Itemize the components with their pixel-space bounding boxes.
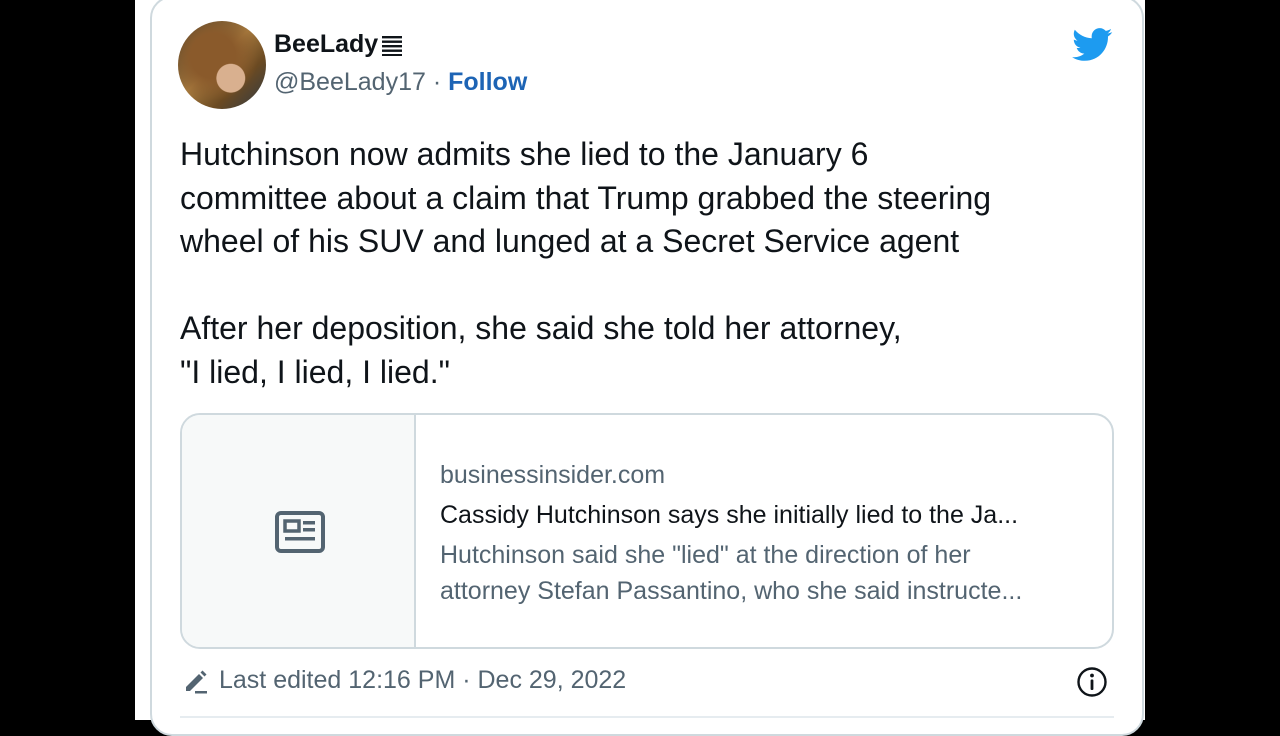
edit-info-row[interactable]: Last edited 12:16 PM · Dec 29, 2022 [183,666,626,695]
last-edited-label: Last edited 12:16 PM · Dec 29, 2022 [219,666,627,694]
news-article-icon [275,511,325,553]
author-name[interactable]: BeeLady [274,30,403,59]
link-description: Hutchinson said she "lied" at the direct… [440,537,1100,609]
tweet-paragraph: After her deposition, she said she told … [180,307,1110,394]
author-handle[interactable]: @BeeLady17 [274,68,426,96]
divider [180,716,1114,718]
follow-button[interactable]: Follow [448,68,527,96]
pencil-icon [186,670,207,693]
link-title: Cassidy Hutchinson says she initially li… [440,501,1019,529]
tweet-line: "I lied, I lied, I lied." [180,353,450,390]
avatar[interactable] [178,21,266,109]
tweet-text: Hutchinson now admits she lied to the Ja… [180,133,1110,394]
tweet-line: wheel of his SUV and lunged at a Secret … [180,223,960,259]
handle-row: @BeeLady17 · Follow [274,68,527,97]
tweet-line: After her deposition, she said she told … [180,310,902,346]
link-description-line: attorney Stefan Passantino, who she said… [440,577,1023,605]
tweet-line: committee about a claim that Trump grabb… [180,179,992,216]
twitter-bird-icon[interactable] [1072,28,1113,62]
list-emoji-icon [382,35,403,56]
link-thumbnail [182,415,416,647]
info-icon[interactable] [1076,666,1108,698]
tweet-line: Hutchinson now admits she lied to the Ja… [180,136,869,172]
link-preview-card[interactable]: businessinsider.com Cassidy Hutchinson s… [180,413,1114,649]
link-domain: businessinsider.com [440,461,666,489]
link-description-line: Hutchinson said she "lied" at the direct… [440,541,971,569]
display-name-text: BeeLady [274,30,379,58]
separator: · [432,68,442,96]
tweet-paragraph: Hutchinson now admits she lied to the Ja… [180,133,1110,264]
